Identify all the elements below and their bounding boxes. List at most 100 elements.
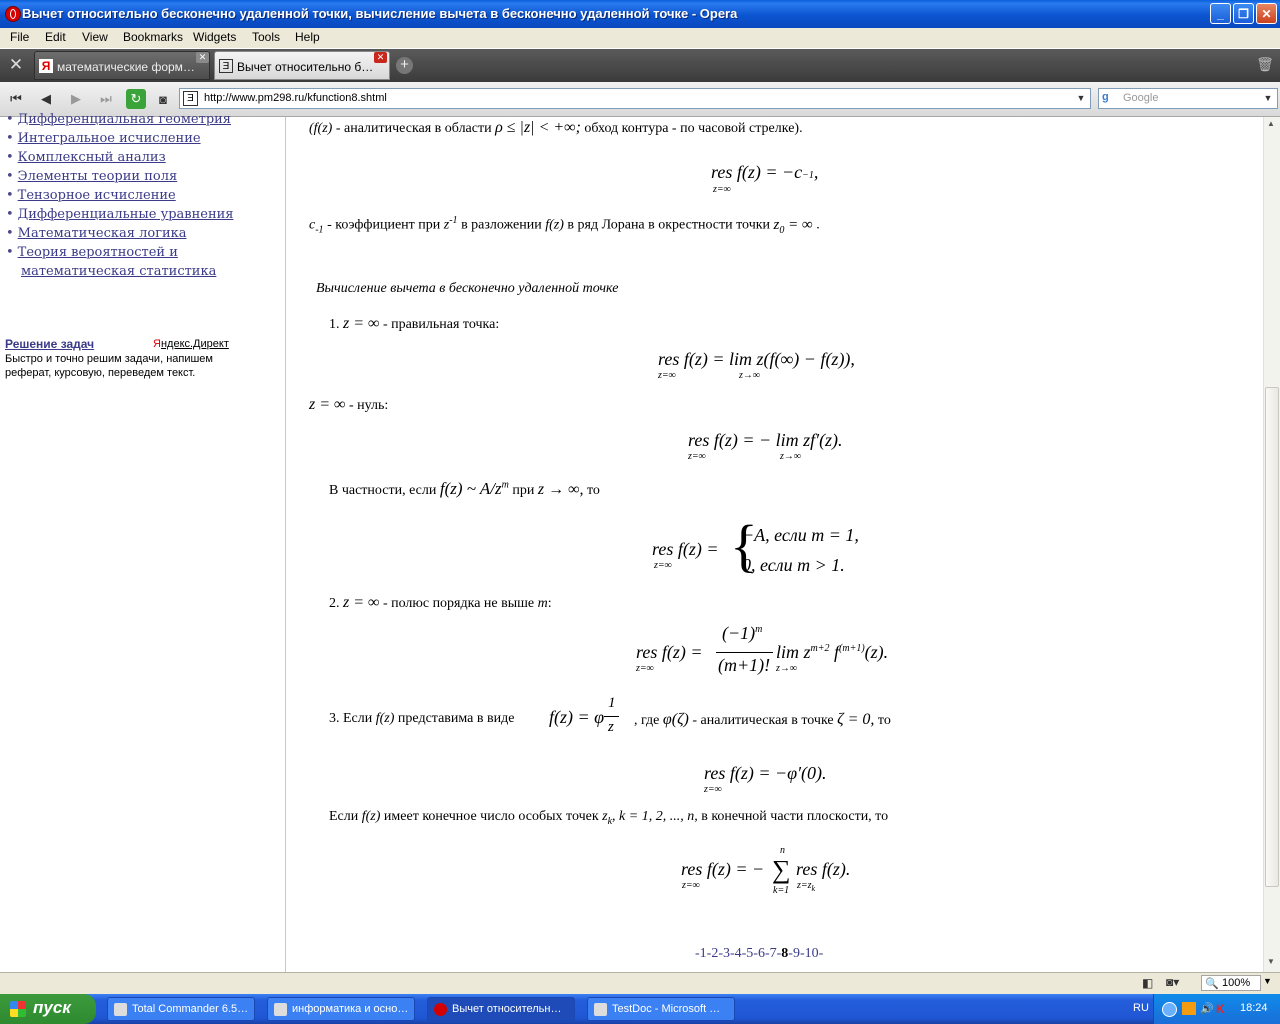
ad-title-link[interactable]: Решение задач (5, 337, 94, 351)
menu-file[interactable]: File (10, 30, 29, 44)
start-button[interactable]: пуск (0, 994, 96, 1024)
laurent-coefficient-line: c-1 - коэффициент при z-1 в разложении f… (309, 215, 820, 236)
menu-bookmarks[interactable]: Bookmarks (123, 30, 183, 44)
media-icon[interactable] (1182, 1002, 1196, 1015)
formula-pole-left: res f(z) = (636, 642, 703, 662)
formula-subscript: z=∞ (704, 784, 722, 795)
formula-subscript: z=∞ (688, 451, 706, 462)
fast-forward-icon[interactable]: ⏭ (96, 89, 116, 109)
formula-pole-numerator: (−1)m (722, 623, 763, 643)
menu-widgets[interactable]: Widgets (193, 30, 236, 44)
sidebar-item-complex-analysis[interactable]: • Комплексный анализ (6, 150, 166, 165)
fraction-bar (604, 716, 619, 717)
sidebar-item-statistics[interactable]: математическая статистика (21, 264, 216, 279)
menu-tools[interactable]: Tools (252, 30, 280, 44)
camera-icon[interactable]: ◙ (153, 89, 173, 109)
tab-close-icon[interactable]: ✕ (196, 52, 209, 63)
panels-icon[interactable]: ◧ (1142, 976, 1158, 990)
status-bar: ◧ ◙▾ 🔍 100% ▼ (0, 972, 1280, 995)
start-label: пуск (33, 998, 71, 1017)
formula-subscript: z=∞ (682, 880, 700, 891)
search-field[interactable]: g Google ▼ (1098, 88, 1278, 109)
tab-close-icon[interactable]: ✕ (374, 52, 387, 63)
formula-piecewise-row-1: −A, если m = 1, (742, 525, 859, 545)
taskbar: пуск Total Commander 6.5… информатика и … (0, 994, 1280, 1024)
scroll-up-icon[interactable]: ▲ (1267, 119, 1275, 128)
total-commander-icon (114, 1003, 127, 1016)
word-icon (274, 1003, 287, 1016)
forward-icon[interactable]: ▶ (66, 89, 86, 109)
sidebar-item-integral-calculus[interactable]: • Интегральное исчисление (6, 131, 201, 146)
formula-subscript: z=∞ (713, 184, 731, 195)
view-camera-icon[interactable]: ◙▾ (1166, 975, 1192, 991)
rewind-icon[interactable]: ⏮ (6, 89, 26, 109)
formula-subscript: z=∞ (654, 560, 672, 571)
search-placeholder: Google (1123, 92, 1159, 104)
article-content: (f(z) - аналитическая в области ρ ≤ |z| … (286, 117, 1263, 972)
scrollbar-thumb[interactable] (1265, 387, 1279, 887)
zoom-control[interactable]: 🔍 100% (1201, 975, 1261, 991)
pagination[interactable]: -1-2-3-4-5-6-7-8-9-10- (695, 946, 823, 962)
item-3-tail: , где φ(ζ) - аналитическая в точке ζ = 0… (634, 711, 891, 728)
trash-icon[interactable]: 🗑 (1256, 56, 1274, 76)
formula-piecewise-row-2: 0, если m > 1. (742, 555, 845, 575)
yandex-icon: Я (39, 59, 53, 73)
menu-edit[interactable]: Edit (45, 30, 66, 44)
sigma-bottom: k=1 (773, 885, 790, 896)
item-2-line: 2. z = ∞ - полюс порядка не выше m: (329, 594, 552, 611)
fraction-bar (716, 652, 773, 653)
maximize-button[interactable]: ❐ (1233, 3, 1254, 24)
tab-residue[interactable]: Ǝ Вычет относительно б… ✕ (214, 51, 390, 80)
vertical-scrollbar[interactable]: ▲ ▼ (1263, 117, 1280, 972)
formula-subscript: z→∞ (776, 663, 798, 674)
formula-subscript: z=zk (797, 880, 816, 893)
chevron-down-icon[interactable]: ▼ (1261, 91, 1275, 106)
task-word-testdoc[interactable]: TestDoc - Microsoft … (587, 997, 735, 1021)
volume-icon[interactable]: 🔊 (1200, 1002, 1214, 1015)
reload-icon[interactable]: ↻ (126, 89, 146, 109)
sidebar: • Дифференциальная геометрия • Интегрально… (0, 112, 286, 972)
chevron-down-icon[interactable]: ▼ (1074, 91, 1088, 106)
yandex-direct-link[interactable]: Яндекс.Директ (153, 338, 229, 350)
tools-icon[interactable]: ✕ (6, 55, 26, 75)
opera-icon (434, 1003, 447, 1016)
ad-text-line-1: Быстро и точно решим задачи, напишем (5, 353, 213, 365)
formula-phi-derivative: res f(z) = −φ′(0). (704, 763, 827, 783)
windows-logo-icon (10, 1001, 26, 1017)
sigma-symbol: ∑ (772, 855, 791, 884)
sidebar-item-math-logic[interactable]: • Математическая логика (6, 226, 187, 241)
address-field[interactable]: Ǝ http://www.pm298.ru/kfunction8.shtml ▼ (179, 88, 1091, 109)
menu-help[interactable]: Help (295, 30, 320, 44)
tab-math-formulas[interactable]: Я математические форм… ✕ (34, 51, 210, 80)
system-tray: 🔊 K 18:24 (1153, 994, 1280, 1024)
new-tab-icon[interactable]: + (396, 57, 413, 74)
formula-subscript: z→∞ (780, 451, 802, 462)
task-opera[interactable]: Вычет относительн… (427, 997, 575, 1021)
back-icon[interactable]: ◀ (36, 89, 56, 109)
task-word-informatics[interactable]: информатика и осно… (267, 997, 415, 1021)
ad-text-line-2: реферат, курсовую, переведем текст. (5, 367, 196, 379)
antivirus-icon[interactable]: K (1216, 1002, 1230, 1016)
sidebar-item-tensor-calculus[interactable]: • Тензорное исчисление (6, 188, 176, 203)
formula-subscript: z→∞ (739, 370, 761, 381)
google-icon: g (1102, 91, 1109, 103)
contour-condition-line: (f(z) - аналитическая в области ρ ≤ |z| … (309, 119, 803, 136)
menu-view[interactable]: View (82, 30, 108, 44)
title-bar: Вычет относительно бесконечно удаленной … (0, 0, 1280, 28)
zoom-dropdown-icon[interactable]: ▼ (1263, 976, 1272, 986)
sidebar-item-differential-equations[interactable]: • Дифференциальные уравнения (6, 207, 234, 222)
address-url: http://www.pm298.ru/kfunction8.shtml (204, 92, 387, 104)
network-icon[interactable] (1162, 1002, 1177, 1017)
tab-bar: ✕ Я математические форм… ✕ Ǝ Вычет относ… (0, 49, 1280, 82)
sidebar-item-field-theory[interactable]: • Элементы теории поля (6, 169, 177, 184)
sidebar-item-differential-geometry[interactable]: • Дифференциальная геометрия (6, 112, 231, 127)
task-total-commander[interactable]: Total Commander 6.5… (107, 997, 255, 1021)
sidebar-item-probability[interactable]: • Теория вероятностей и (6, 245, 178, 260)
close-button[interactable]: ✕ (1256, 3, 1277, 24)
scroll-down-icon[interactable]: ▼ (1267, 957, 1275, 966)
minimize-button[interactable]: _ (1210, 3, 1231, 24)
language-indicator[interactable]: RU (1133, 1002, 1149, 1014)
menu-bar: File Edit View Bookmarks Widgets Tools H… (0, 28, 1280, 48)
formula-sum-left: res f(z) = − (681, 859, 765, 879)
formula-subscript: z=∞ (658, 370, 676, 381)
